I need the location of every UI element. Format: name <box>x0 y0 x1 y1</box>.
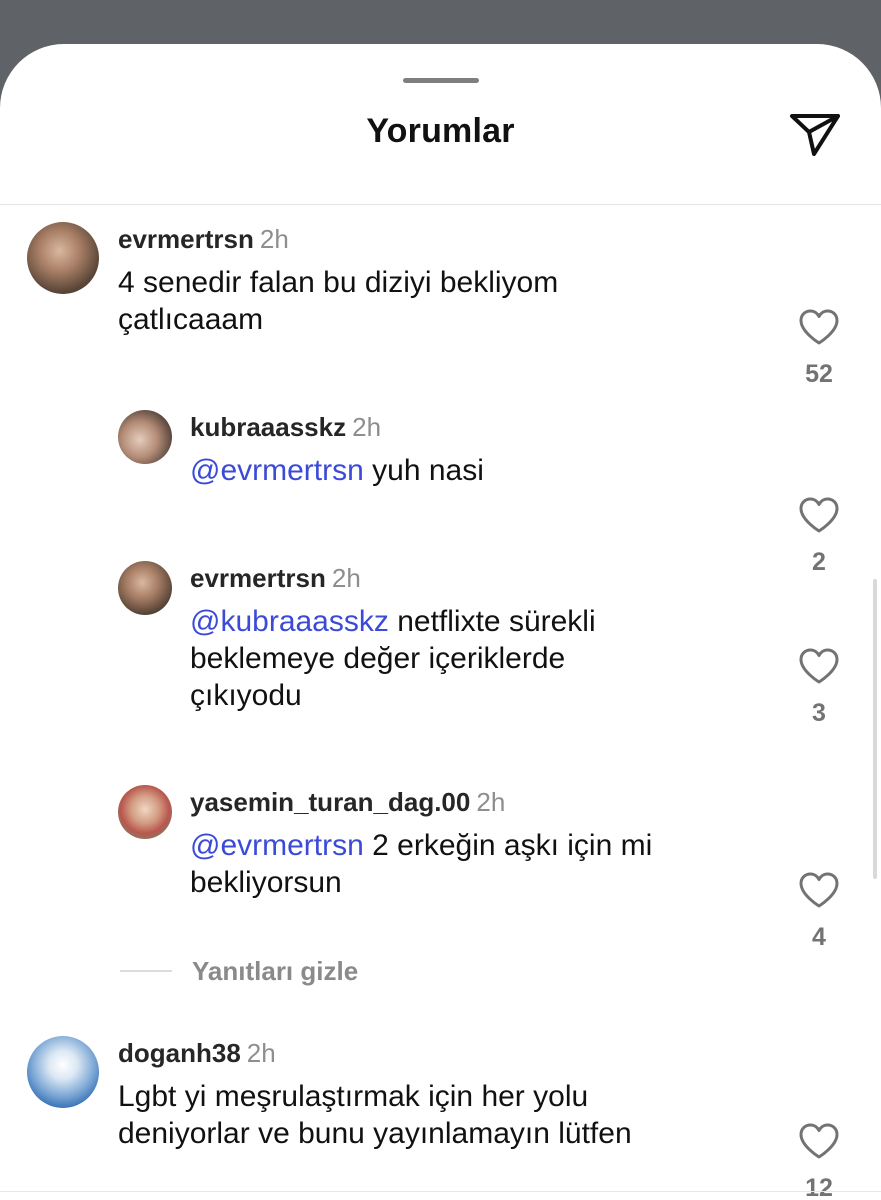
comment-time: 2h <box>331 563 361 593</box>
heart-outline-icon[interactable] <box>798 871 840 909</box>
heart-outline-icon[interactable] <box>798 496 840 534</box>
heart-outline-icon[interactable] <box>798 1122 840 1160</box>
comment-username[interactable]: doganh38 <box>118 1038 241 1068</box>
reply-item: yasemin_turan_dag.00 2h @evrmertrsn 2 erk… <box>0 783 881 951</box>
comment-text: @kubraaasskz netflixte sürekli beklemeye… <box>190 603 596 714</box>
reply-item: kubraaasskz 2h @evrmertrsn yuh nasi 2 <box>0 408 881 576</box>
reply-item: evrmertrsn 2h @kubraaasskz netflixte süre… <box>0 559 881 739</box>
like-count: 12 <box>805 1174 833 1200</box>
mention-link[interactable]: @evrmertrsn <box>190 454 364 487</box>
comment-time: 2h <box>476 787 506 817</box>
avatar[interactable] <box>118 785 172 839</box>
avatar[interactable] <box>27 222 99 294</box>
comment-body: 4 senedir falan bu diziyi bekliyom çatlı… <box>118 266 559 336</box>
bottom-divider <box>0 1191 881 1192</box>
header-divider <box>0 204 881 205</box>
comment-item: evrmertrsn 2h 4 senedir falan bu diziyi b… <box>0 220 881 388</box>
paper-plane-icon[interactable] <box>788 108 842 158</box>
comment-text: Lgbt yi meşrulaştırmak için her yolu den… <box>118 1078 632 1152</box>
avatar[interactable] <box>118 410 172 464</box>
comment-username[interactable]: yasemin_turan_dag.00 <box>190 787 470 817</box>
like-count: 52 <box>805 360 833 388</box>
mention-link[interactable]: @kubraaasskz <box>190 605 389 638</box>
comment-text: 4 senedir falan bu diziyi bekliyom çatlı… <box>118 264 558 338</box>
like-count: 4 <box>812 923 826 951</box>
comment-text: @evrmertrsn yuh nasi <box>190 452 484 489</box>
comment-time: 2h <box>352 412 382 442</box>
comment-body: Lgbt yi meşrulaştırmak için her yolu den… <box>118 1080 632 1150</box>
mention-link[interactable]: @evrmertrsn <box>190 829 364 862</box>
drag-handle[interactable] <box>403 78 479 83</box>
heart-outline-icon[interactable] <box>798 308 840 346</box>
like-count: 3 <box>812 699 826 727</box>
comment-item: doganh38 2h Lgbt yi meşrulaştırmak için h… <box>0 1034 881 1200</box>
hide-replies-label: Yanıtları gizle <box>192 956 359 986</box>
hide-replies-divider <box>120 970 172 972</box>
comments-sheet: Yorumlar evrmertrsn 2h 4 senedir falan bu… <box>0 44 881 1200</box>
heart-outline-icon[interactable] <box>798 647 840 685</box>
comment-username[interactable]: evrmertrsn <box>190 563 326 593</box>
comment-time: 2h <box>246 1038 276 1068</box>
avatar[interactable] <box>27 1036 99 1108</box>
page-title: Yorumlar <box>366 112 515 150</box>
comment-username[interactable]: evrmertrsn <box>118 224 254 254</box>
comment-time: 2h <box>259 224 289 254</box>
comment-username[interactable]: kubraaasskz <box>190 412 346 442</box>
comment-body: yuh nasi <box>372 454 484 487</box>
avatar[interactable] <box>118 561 172 615</box>
comment-text: @evrmertrsn 2 erkeğin aşkı için mi bekli… <box>190 827 652 901</box>
